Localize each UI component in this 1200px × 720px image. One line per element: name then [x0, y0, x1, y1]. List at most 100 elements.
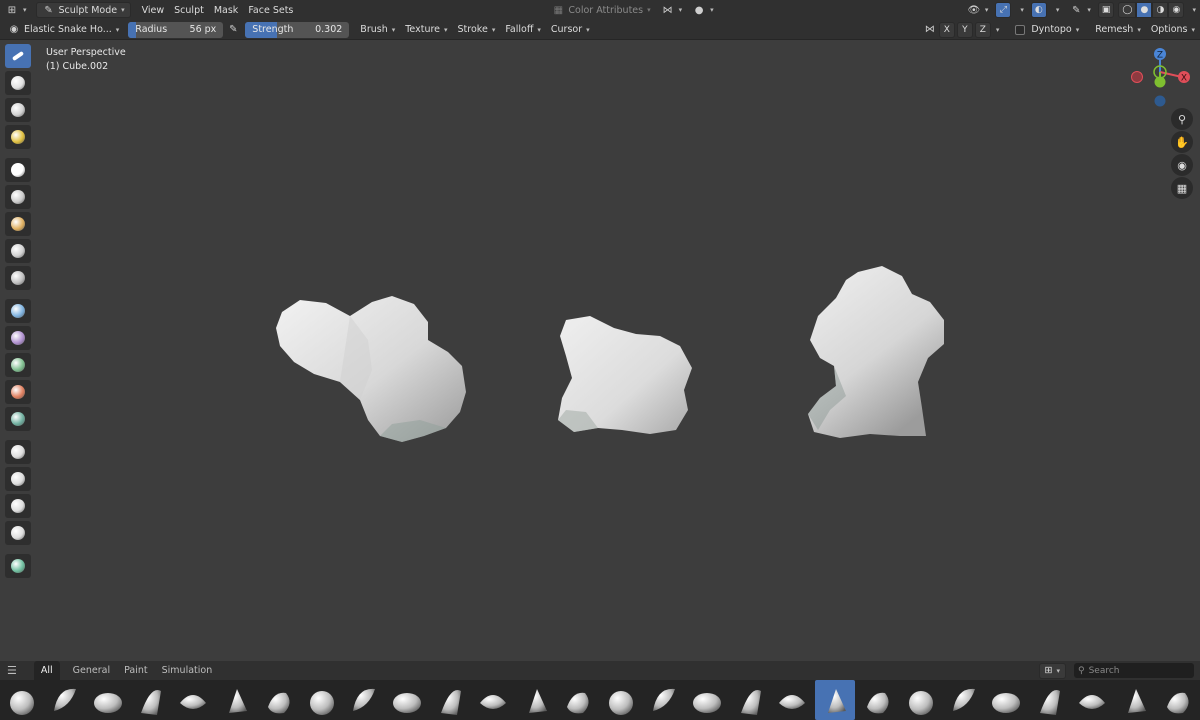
- brush-asset-thumbnail[interactable]: [986, 680, 1026, 720]
- transform-tool[interactable]: [5, 521, 31, 545]
- remesh-dropdown[interactable]: Remesh ▾: [1090, 22, 1146, 38]
- brush-asset-thumbnail[interactable]: [130, 680, 170, 720]
- pencil-dropdown[interactable]: ✎ ▾: [1064, 2, 1096, 18]
- axis-x-toggle[interactable]: X: [938, 21, 955, 38]
- brush-asset-thumbnail[interactable]: [687, 680, 727, 720]
- stroke-dropdown[interactable]: Stroke ▾: [453, 22, 501, 38]
- brush-selector[interactable]: ◉ Elastic Snake Ho... ▾: [2, 22, 124, 38]
- grab-tool[interactable]: [5, 98, 31, 122]
- 3d-viewport[interactable]: [0, 41, 1200, 661]
- brush-asset-thumbnail[interactable]: [473, 680, 513, 720]
- brush-asset-thumbnail[interactable]: [216, 680, 256, 720]
- box-trim-tool[interactable]: [5, 266, 31, 290]
- brush-asset-thumbnail[interactable]: [1158, 680, 1198, 720]
- brush-asset-thumbnail[interactable]: [901, 680, 941, 720]
- pan-hand-icon[interactable]: ✋: [1171, 131, 1193, 153]
- solid-shading-button[interactable]: ●: [1136, 2, 1153, 18]
- overlay-toggle[interactable]: ◐: [1030, 2, 1047, 18]
- overlay-dropdown[interactable]: ▾: [1047, 2, 1065, 18]
- shelf-tab-simulation[interactable]: Simulation: [155, 661, 220, 680]
- mode-selector[interactable]: ✎ Sculpt Mode ▾: [35, 2, 131, 18]
- rotate-tool[interactable]: [5, 467, 31, 491]
- color-filter-tool[interactable]: [5, 380, 31, 404]
- brush-dropdown[interactable]: Brush ▾: [355, 22, 400, 38]
- box-mask-tool[interactable]: [5, 185, 31, 209]
- brush-asset-thumbnail[interactable]: [430, 680, 470, 720]
- menu-mask[interactable]: Mask: [209, 2, 243, 18]
- gizmo-y[interactable]: [1154, 76, 1166, 88]
- draw-brush-tool[interactable]: [5, 44, 31, 68]
- box-hide-tool[interactable]: [5, 212, 31, 236]
- visibility-dropdown[interactable]: 👁 ▾: [962, 2, 994, 18]
- symmetry-options-dropdown[interactable]: ▾: [991, 22, 1005, 38]
- brush-asset-thumbnail[interactable]: [944, 680, 984, 720]
- scale-tool[interactable]: [5, 494, 31, 518]
- shelf-menu-button[interactable]: ☰: [0, 661, 24, 680]
- cloth-filter-tool[interactable]: [5, 353, 31, 377]
- dyntopo-toggle[interactable]: Dyntopo ▾: [1010, 22, 1084, 38]
- perspective-grid-icon[interactable]: ▦: [1171, 177, 1193, 199]
- shelf-tab-general[interactable]: General: [66, 661, 117, 680]
- annotate-tool[interactable]: [5, 554, 31, 578]
- edit-face-set-tool[interactable]: [5, 407, 31, 431]
- gizmo-toggle[interactable]: ⤢: [995, 2, 1012, 18]
- line-project-tool[interactable]: [5, 299, 31, 323]
- paint-tool[interactable]: [5, 125, 31, 149]
- brush-asset-thumbnail[interactable]: [259, 680, 299, 720]
- mesh-filter-tool[interactable]: [5, 326, 31, 350]
- shelf-display-dropdown[interactable]: ⊞ ▾: [1038, 662, 1066, 679]
- brush-asset-thumbnail[interactable]: [644, 680, 684, 720]
- menu-view[interactable]: View: [137, 2, 170, 18]
- menu-face-sets[interactable]: Face Sets: [243, 2, 298, 18]
- menu-sculpt[interactable]: Sculpt: [169, 2, 209, 18]
- brush-asset-thumbnail[interactable]: [344, 680, 384, 720]
- mask-tool[interactable]: [5, 158, 31, 182]
- gizmo-neg-x[interactable]: [1131, 71, 1143, 83]
- brush-asset-thumbnail[interactable]: [173, 680, 213, 720]
- brush-asset-thumbnail[interactable]: [1072, 680, 1112, 720]
- axis-y-toggle[interactable]: Y: [956, 21, 973, 38]
- brush-asset-thumbnail[interactable]: [516, 680, 556, 720]
- gizmo-neg-z[interactable]: [1154, 95, 1166, 107]
- rendered-shading-button[interactable]: ◉: [1168, 2, 1185, 18]
- brush-asset-thumbnail[interactable]: [302, 680, 342, 720]
- zoom-icon[interactable]: ⚲: [1171, 108, 1193, 130]
- smear-tool[interactable]: [5, 71, 31, 95]
- brush-asset-thumbnail[interactable]: [2, 680, 42, 720]
- radius-pressure-icon[interactable]: ✎: [226, 23, 240, 37]
- gizmo-dropdown[interactable]: ▾: [1011, 2, 1029, 18]
- shading-dropdown[interactable]: ▾: [1188, 2, 1200, 18]
- brush-asset-thumbnail[interactable]: [387, 680, 427, 720]
- shelf-search-input[interactable]: ⚲ Search: [1074, 663, 1194, 678]
- material-shading-button[interactable]: ◑: [1152, 2, 1169, 18]
- brush-asset-thumbnail[interactable]: [1029, 680, 1069, 720]
- move-tool[interactable]: [5, 440, 31, 464]
- shelf-tab-paint[interactable]: Paint: [117, 661, 155, 680]
- texture-dropdown[interactable]: Texture ▾: [400, 22, 452, 38]
- brush-asset-thumbnail[interactable]: [558, 680, 598, 720]
- brush-asset-thumbnail[interactable]: [45, 680, 85, 720]
- symmetry-dropdown[interactable]: ⋈ ▾: [656, 2, 688, 18]
- navigation-gizmo[interactable]: Z X: [1120, 44, 1200, 114]
- brush-asset-thumbnail[interactable]: [858, 680, 898, 720]
- options-dropdown[interactable]: Options ▾: [1146, 22, 1200, 38]
- brush-asset-thumbnail[interactable]: [815, 680, 856, 720]
- radius-slider[interactable]: Radius 56 px: [128, 21, 224, 38]
- camera-icon[interactable]: ◉: [1171, 154, 1193, 176]
- brush-asset-thumbnail[interactable]: [730, 680, 770, 720]
- cursor-dropdown[interactable]: Cursor ▾: [546, 22, 595, 38]
- brush-asset-thumbnail[interactable]: [601, 680, 641, 720]
- xray-toggle[interactable]: ▣: [1097, 2, 1115, 18]
- strength-slider[interactable]: Strength 0.302: [245, 21, 350, 38]
- shelf-tab-all[interactable]: All: [33, 661, 60, 680]
- brush-asset-thumbnail[interactable]: [88, 680, 128, 720]
- wireframe-shading-button[interactable]: ◯: [1118, 2, 1137, 18]
- box-face-set-tool[interactable]: [5, 239, 31, 263]
- falloff-dropdown[interactable]: Falloff ▾: [500, 22, 546, 38]
- shading-dot-dropdown[interactable]: ● ▾: [687, 2, 719, 18]
- dyntopo-checkbox[interactable]: [1015, 24, 1026, 35]
- brush-asset-thumbnail[interactable]: [1115, 680, 1155, 720]
- editor-type-button[interactable]: ⊞ ▾: [0, 2, 32, 18]
- brush-asset-thumbnail[interactable]: [772, 680, 812, 720]
- color-attributes-dropdown[interactable]: ▦ Color Attributes ▾: [546, 2, 655, 18]
